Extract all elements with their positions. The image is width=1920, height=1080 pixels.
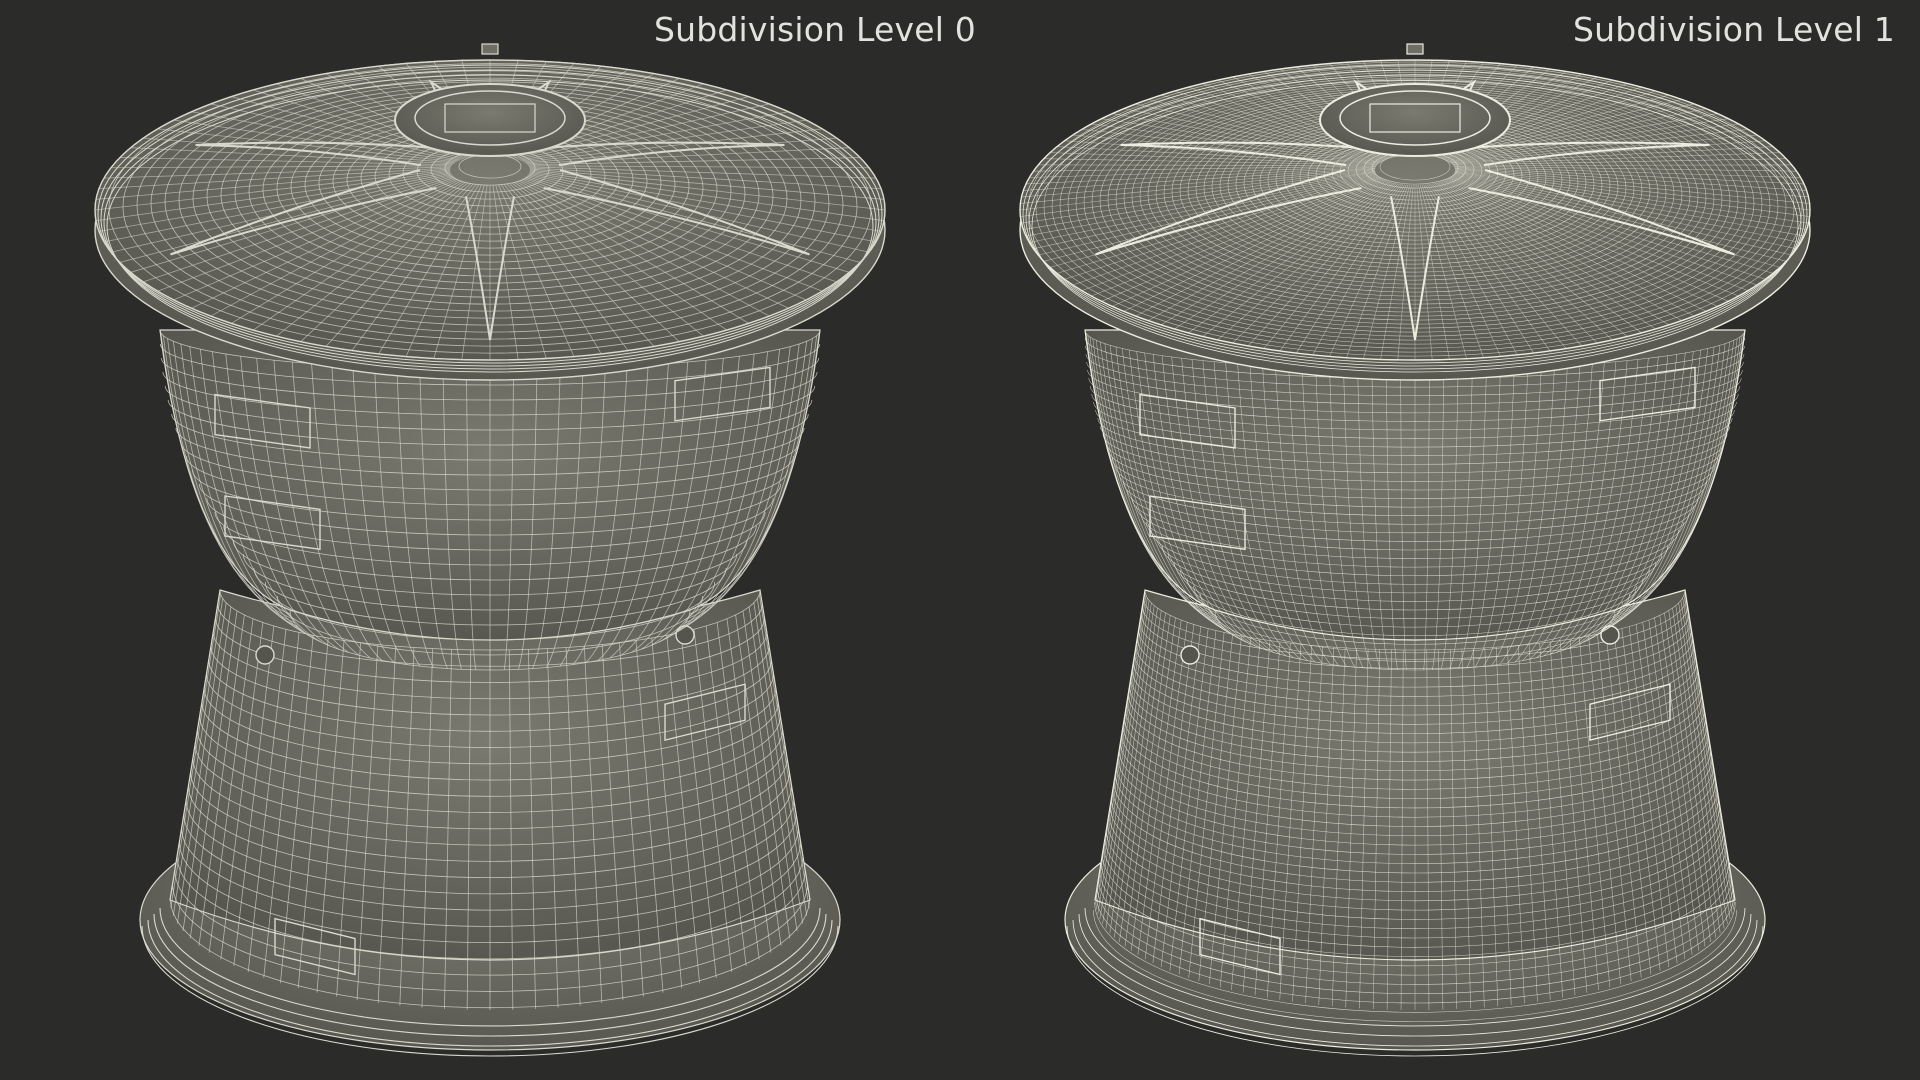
screw-hole: [675, 625, 695, 645]
render-viewport: Subdivision Level 0 Subdivision Level 1: [0, 0, 1920, 1080]
screw-hole: [1180, 645, 1200, 665]
wireframe-model-level-0: [94, 43, 886, 1057]
wireframe-model-level-1: [1019, 43, 1811, 1057]
lid-section: [1019, 43, 1811, 381]
screw-hole: [1600, 625, 1620, 645]
screw-hole: [255, 645, 275, 665]
lid-section: [94, 43, 886, 381]
